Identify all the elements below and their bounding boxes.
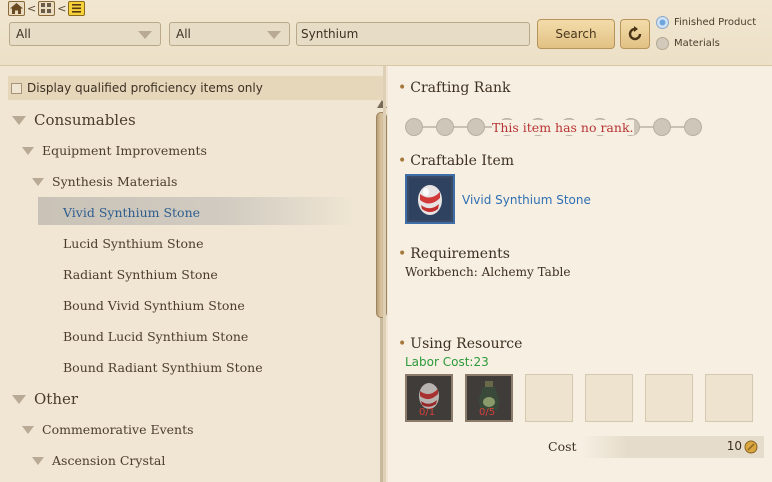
rank-dot [684,118,702,136]
qualified-filter-label: Display qualified proficiency items only [27,81,263,95]
radio-unselected-icon [656,37,669,50]
refresh-button[interactable] [620,19,650,49]
tree-category-ascension-crystal[interactable]: Ascension Crystal [32,453,165,468]
resource-slot[interactable]: 0/1 [405,374,453,422]
home-icon [10,3,23,14]
tree-item-radiant-synthium-stone[interactable]: Radiant Synthium Stone [63,267,218,282]
resource-slot-empty [645,374,693,422]
tree-item-label: Vivid Synthium Stone [63,205,201,220]
rank-dot [467,118,485,136]
tree-item-label: Bound Lucid Synthium Stone [63,329,249,344]
tree-item-label: Equipment Improvements [42,143,207,158]
radio-materials-label: Materials [674,38,720,49]
rank-filter-value: All [176,27,191,41]
resource-slot-empty [705,374,753,422]
tree-category-consumables[interactable]: Consumables [12,111,136,129]
craftable-item-title: Craftable Item [398,153,514,169]
refresh-icon [628,26,642,41]
tree-item-label: Radiant Synthium Stone [63,267,218,282]
qualified-filter-checkbox[interactable]: Display qualified proficiency items only [8,76,386,100]
tree-item-label: Commemorative Events [42,422,194,437]
tree-item-label: Consumables [34,111,136,129]
red-stone-icon [409,178,451,220]
craftable-item-slot[interactable] [405,174,455,224]
labor-cost: Labor Cost:23 [405,355,489,369]
rank-dot [653,118,671,136]
resource-count: 0/5 [479,407,496,418]
search-button[interactable]: Search [537,19,615,49]
tree-scrollbar[interactable] [375,100,389,482]
tree-category-synthesis-materials[interactable]: Synthesis Materials [32,174,177,189]
home-button[interactable] [8,1,25,16]
tree-item-label: Bound Radiant Synthium Stone [63,360,263,375]
tree-item-label: Lucid Synthium Stone [63,236,204,251]
search-input[interactable]: Synthium [296,22,530,46]
resource-slot-empty [585,374,633,422]
breadcrumb: < < [8,1,86,16]
panel-divider [383,66,386,482]
chevron-down-icon [267,31,281,39]
tree-item-label: Other [34,390,79,408]
recipe-tree-panel: Display qualified proficiency items only… [0,66,390,482]
search-button-label: Search [555,27,597,41]
requirements-text: Workbench: Alchemy Table [405,265,571,279]
resource-slot[interactable]: 0/5 [465,374,513,422]
rank-message: This item has no rank. [492,120,634,135]
category-filter-select[interactable]: All [9,22,161,46]
radio-finished-product[interactable]: Finished Product [656,16,756,29]
rank-dot [436,118,454,136]
coin-icon [744,440,758,454]
tree-category-commemorative-events[interactable]: Commemorative Events [22,422,194,437]
expand-triangle-icon [12,115,26,125]
tree-item-lucid-synthium-stone[interactable]: Lucid Synthium Stone [63,236,204,251]
rank-dot [405,118,423,136]
list-icon [72,4,82,13]
craftable-item-link[interactable]: Vivid Synthium Stone [462,193,591,207]
tree-item-label: Ascension Crystal [52,453,166,468]
grid-icon [41,3,52,13]
tree-category-equipment-improvements[interactable]: Equipment Improvements [22,143,207,158]
expand-triangle-icon [22,146,34,155]
resource-count: 0/1 [419,407,436,418]
list-view-button[interactable] [68,1,86,16]
cost-field: 10 [582,436,764,458]
expand-triangle-icon [32,456,44,465]
crafting-rank-title: Crafting Rank [398,80,510,96]
cost-label: Cost [548,439,577,454]
tree-item-vivid-synthium-stone[interactable]: Vivid Synthium Stone [63,205,200,220]
category-grid-button[interactable] [38,1,56,16]
tree-item-bound-radiant-synthium-stone[interactable]: Bound Radiant Synthium Stone [63,360,263,375]
requirements-title: Requirements [398,246,510,262]
rank-filter-select[interactable]: All [169,22,290,46]
tree-item-bound-lucid-synthium-stone[interactable]: Bound Lucid Synthium Stone [63,329,248,344]
tree-category-other[interactable]: Other [12,390,78,408]
tree-item-label: Bound Vivid Synthium Stone [63,298,245,313]
breadcrumb-separator: < [27,2,37,15]
top-toolbar: < < All All Synthium Search Finished Pro… [0,0,772,66]
checkbox-icon [11,82,22,94]
radio-materials[interactable]: Materials [656,37,720,50]
category-filter-value: All [16,27,31,41]
search-input-value: Synthium [301,27,359,41]
chevron-down-icon [138,31,152,39]
using-resource-title: Using Resource [398,336,522,352]
recipe-detail-panel: Crafting Rank This item has no rank. Cra… [388,66,772,482]
expand-triangle-icon [12,394,26,404]
expand-triangle-icon [32,177,44,186]
tree-item-label: Synthesis Materials [52,174,178,189]
breadcrumb-separator: < [57,2,67,15]
radio-selected-icon [656,16,669,29]
tree-item-bound-vivid-synthium-stone[interactable]: Bound Vivid Synthium Stone [63,298,245,313]
resource-slot-empty [525,374,573,422]
cost-value: 10 [726,439,742,453]
radio-finished-label: Finished Product [674,17,757,28]
expand-triangle-icon [22,425,34,434]
